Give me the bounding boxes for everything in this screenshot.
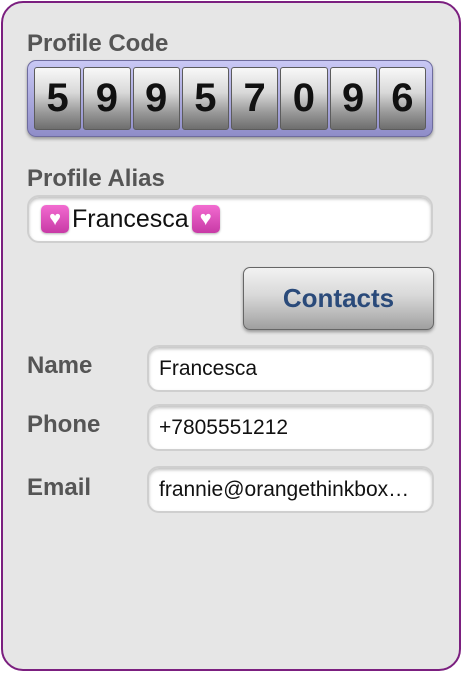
code-digit: 5 [34, 67, 82, 130]
email-value: frannie@orangethinkbox… [159, 477, 410, 501]
profile-alias-field[interactable]: ♥ Francesca ♥ [27, 195, 433, 243]
phone-value: +7805551212 [159, 415, 289, 439]
profile-code-display: 5 9 9 5 7 0 9 6 [27, 60, 433, 137]
heart-icon: ♥ [191, 205, 220, 233]
code-digit: 6 [378, 67, 426, 130]
heart-icon: ♥ [41, 205, 69, 233]
profile-code-label: Profile Code [27, 30, 169, 57]
profile-alias-label: Profile Alias [27, 165, 165, 192]
email-field[interactable]: frannie@orangethinkbox… [147, 466, 434, 513]
contacts-button[interactable]: Contacts [243, 267, 434, 330]
profile-alias-value: Francesca [72, 204, 189, 233]
email-label: Email [27, 474, 92, 501]
code-digit: 9 [329, 67, 377, 130]
name-field[interactable]: Francesca [147, 345, 434, 392]
phone-field[interactable]: +7805551212 [147, 404, 434, 451]
code-digit: 5 [181, 67, 229, 130]
name-label: Name [27, 352, 93, 379]
code-digit: 7 [231, 67, 279, 130]
code-digit: 9 [83, 67, 131, 130]
phone-label: Phone [27, 411, 101, 438]
profile-panel: Profile Code 5 9 9 5 7 0 9 6 Profile Ali… [1, 1, 461, 671]
code-digit: 0 [280, 67, 328, 130]
code-digit: 9 [132, 67, 180, 130]
name-value: Francesca [159, 356, 258, 380]
